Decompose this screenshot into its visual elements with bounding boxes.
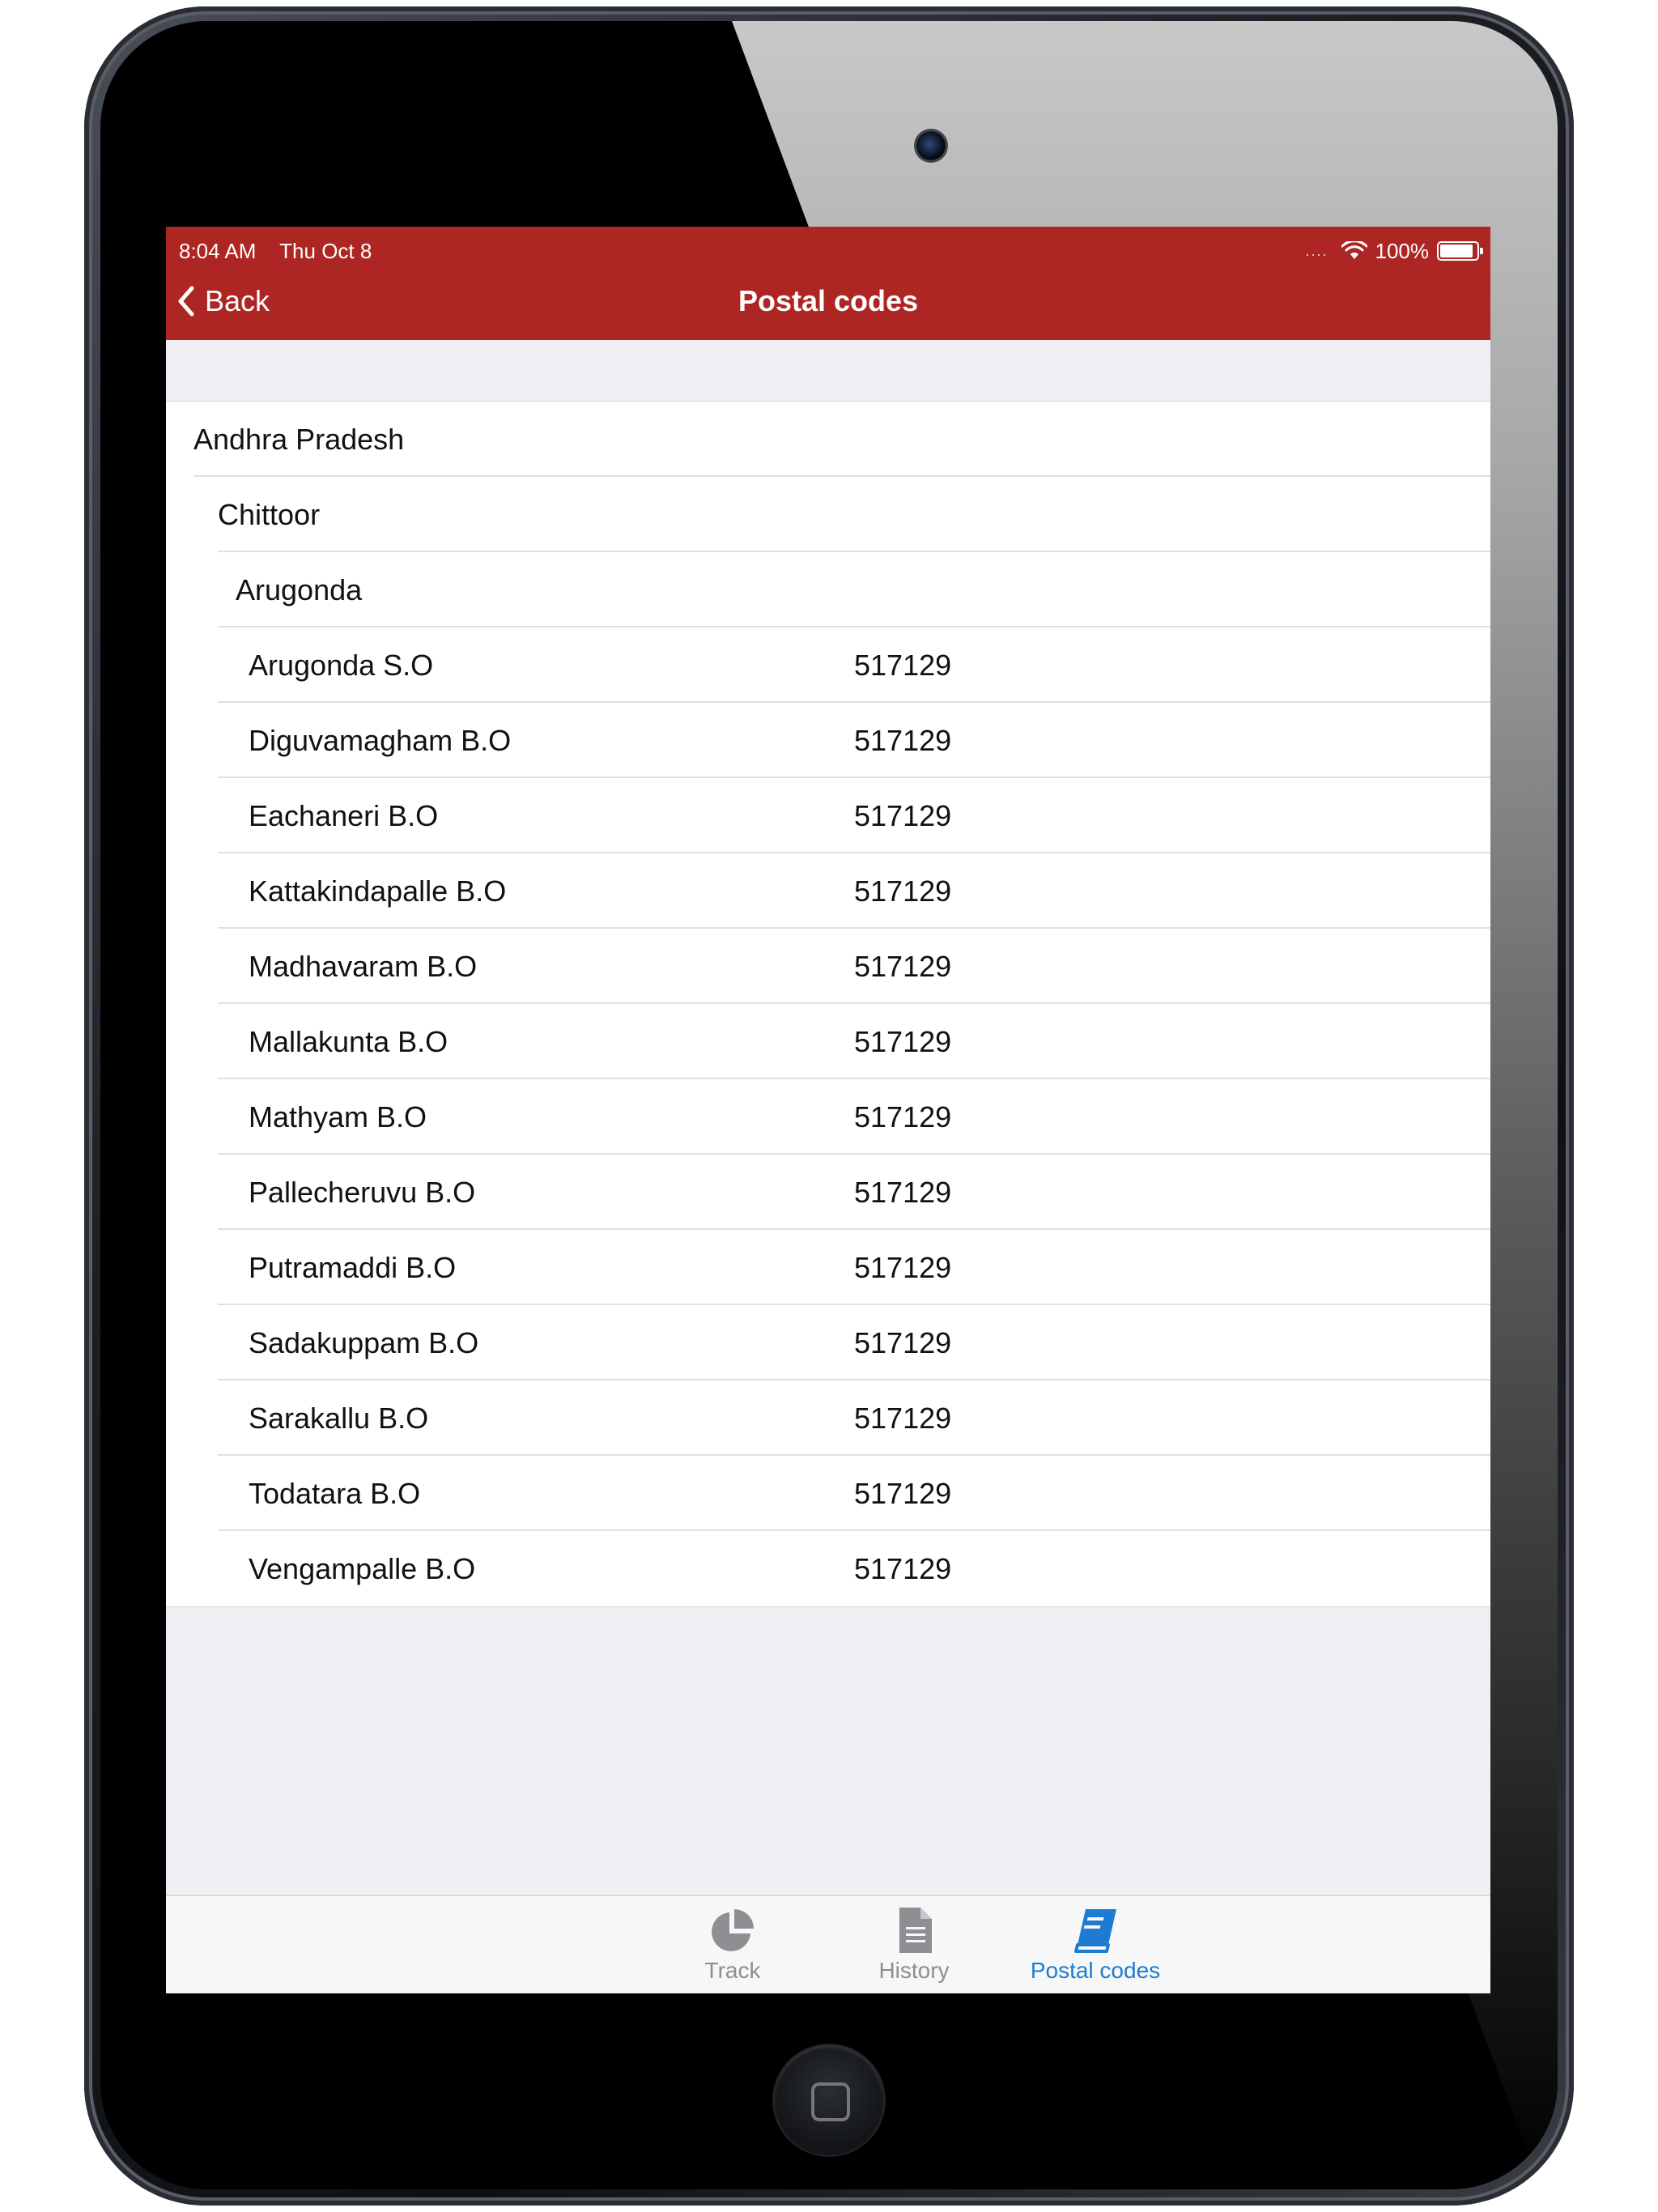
office-code: 517129 <box>854 1477 952 1510</box>
tab-track[interactable]: Track <box>652 1899 814 1990</box>
status-bar-left: 8:04 AM Thu Oct 8 <box>179 235 389 267</box>
office-name: Arugonda S.O <box>249 649 434 682</box>
office-code: 517129 <box>854 1100 952 1134</box>
state-label: Andhra Pradesh <box>193 423 405 456</box>
office-code: 517129 <box>854 1176 952 1209</box>
tab-history-label: History <box>878 1958 950 1983</box>
state-row[interactable]: Andhra Pradesh <box>166 402 1490 477</box>
office-name: Vengampalle B.O <box>249 1552 476 1585</box>
office-name: Todatara B.O <box>249 1477 421 1510</box>
list-item[interactable]: Mathyam B.O 517129 <box>166 1079 1490 1155</box>
office-code: 517129 <box>854 950 952 983</box>
office-code: 517129 <box>854 1326 952 1359</box>
office-name: Sadakuppam B.O <box>249 1326 479 1359</box>
home-button-icon <box>811 2082 850 2121</box>
taluk-label: Arugonda <box>236 573 363 606</box>
list-item[interactable]: Sarakallu B.O 517129 <box>166 1380 1490 1456</box>
office-name: Mathyam B.O <box>249 1100 427 1134</box>
taluk-row[interactable]: Arugonda <box>166 552 1490 627</box>
office-code: 517129 <box>854 874 952 908</box>
pie-chart-icon <box>712 1909 754 1951</box>
app-screen: 8:04 AM Thu Oct 8 .... 100% Back Postal … <box>166 227 1490 1993</box>
office-name: Sarakallu B.O <box>249 1402 429 1435</box>
office-name: Madhavaram B.O <box>249 950 478 983</box>
book-icon <box>1074 1909 1116 1953</box>
home-button[interactable] <box>774 2045 884 2155</box>
list-item[interactable]: Eachaneri B.O 517129 <box>166 778 1490 853</box>
list-item[interactable]: Putramaddi B.O 517129 <box>166 1230 1490 1305</box>
navigation-bar: 8:04 AM Thu Oct 8 .... 100% Back Postal … <box>166 227 1490 340</box>
tab-postal-codes-label: Postal codes <box>1030 1958 1161 1983</box>
document-icon <box>899 1908 932 1953</box>
office-code: 517129 <box>854 1251 952 1284</box>
status-date: Thu Oct 8 <box>279 239 372 263</box>
tab-postal-codes[interactable]: Postal codes <box>1014 1899 1176 1990</box>
list-item[interactable]: Pallecheruvu B.O 517129 <box>166 1155 1490 1230</box>
list-item[interactable]: Todatara B.O 517129 <box>166 1456 1490 1531</box>
tab-bar: Track History Postal codes <box>166 1895 1490 1993</box>
tab-history[interactable]: History <box>833 1899 995 1990</box>
office-name: Diguvamagham B.O <box>249 724 512 757</box>
office-name: Kattakindapalle B.O <box>249 874 507 908</box>
page-title: Postal codes <box>738 284 919 317</box>
list-item[interactable]: Diguvamagham B.O 517129 <box>166 703 1490 778</box>
status-time: 8:04 AM <box>179 239 257 263</box>
office-name: Putramaddi B.O <box>249 1251 457 1284</box>
signal-dots: .... <box>1305 243 1329 259</box>
front-camera <box>916 131 946 160</box>
list-item[interactable]: Sadakuppam B.O 517129 <box>166 1305 1490 1380</box>
battery-percent: 100% <box>1375 239 1430 263</box>
office-code: 517129 <box>854 1402 952 1435</box>
list-item[interactable]: Madhavaram B.O 517129 <box>166 929 1490 1004</box>
office-name: Pallecheruvu B.O <box>249 1176 476 1209</box>
office-code: 517129 <box>854 649 952 682</box>
list-item[interactable]: Vengampalle B.O 517129 <box>166 1531 1490 1606</box>
office-code: 517129 <box>854 1552 952 1585</box>
district-row[interactable]: Chittoor <box>166 477 1490 552</box>
status-bar-right: .... 100% <box>1305 235 1483 267</box>
office-code: 517129 <box>854 1025 952 1058</box>
office-code: 517129 <box>854 724 952 757</box>
list-item[interactable]: Kattakindapalle B.O 517129 <box>166 853 1490 929</box>
district-label: Chittoor <box>218 498 321 531</box>
list-item[interactable]: Arugonda S.O 517129 <box>166 627 1490 703</box>
office-name: Eachaneri B.O <box>249 799 439 832</box>
list-item[interactable]: Mallakunta B.O 517129 <box>166 1004 1490 1079</box>
tab-track-label: Track <box>704 1958 761 1983</box>
wifi-icon <box>1341 241 1367 259</box>
office-code: 517129 <box>854 799 952 832</box>
postal-code-list: Andhra Pradesh Chittoor Arugonda Arugond… <box>166 401 1490 1607</box>
office-name: Mallakunta B.O <box>249 1025 449 1058</box>
battery-icon <box>1437 241 1483 261</box>
